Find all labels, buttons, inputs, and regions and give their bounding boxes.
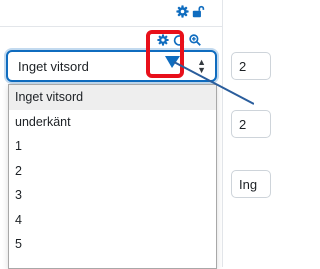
annotation-arrow: [165, 56, 254, 105]
